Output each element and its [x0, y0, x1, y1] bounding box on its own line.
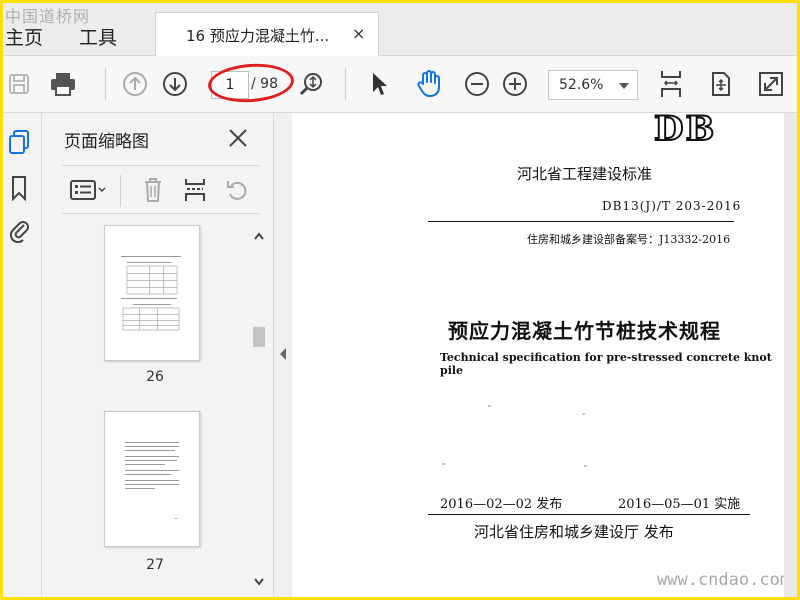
delete-page-icon[interactable]: [138, 173, 168, 207]
insert-page-icon[interactable]: [180, 173, 210, 207]
watermark-bottom: www.cndao.com: [657, 570, 784, 590]
rotate-view-icon[interactable]: [705, 68, 737, 100]
thumbnails-panel: 页面缩略图 26 27: [42, 113, 272, 597]
tab-home[interactable]: 主页: [5, 23, 43, 50]
zoom-value: 52.6%: [559, 77, 604, 93]
document-view[interactable]: DB 河北省工程建设标准 DB13(J)/T 203-2016 住房和城乡建设部…: [292, 113, 797, 597]
scroll-up-icon[interactable]: [253, 231, 265, 241]
app-window: 中国道桥网 主页 工具 16 预应力混凝土竹... × 1 / 98 52.6%…: [3, 3, 797, 597]
document-title-zh: 预应力混凝土竹节桩技术规程: [448, 319, 721, 343]
select-arrow-icon[interactable]: [363, 68, 395, 100]
toolbar: 1 / 98 52.6%: [3, 56, 797, 113]
scan-speck: [584, 465, 587, 467]
tab-tools[interactable]: 工具: [79, 23, 117, 50]
tab-bar: 中国道桥网 主页 工具 16 预应力混凝土竹... ×: [3, 3, 797, 56]
rotate-page-icon[interactable]: [222, 173, 252, 207]
attachment-icon[interactable]: [6, 217, 32, 243]
rule-line: [428, 221, 734, 222]
thumbnail-scrollbar[interactable]: [250, 225, 268, 597]
toolbar-separator: [345, 68, 346, 100]
standard-logo: DB: [653, 113, 717, 150]
close-panel-button[interactable]: [225, 125, 251, 151]
panel-title: 页面缩略图: [64, 132, 149, 152]
implementation-date: 2016—05—01 实施: [618, 497, 741, 512]
thumbnails-icon[interactable]: [6, 129, 32, 155]
record-number: 住房和城乡建设部备案号：J13332-2016: [527, 233, 731, 246]
thumbnail-page-label: 26: [146, 369, 164, 385]
toolbar-separator: [105, 68, 106, 100]
standard-code: DB13(J)/T 203-2016: [602, 199, 742, 213]
chevron-down-icon: [619, 83, 629, 89]
prev-page-icon[interactable]: [119, 68, 151, 100]
page-thumbnail[interactable]: [104, 225, 200, 361]
document-tab-title: 16 预应力混凝土竹...: [186, 27, 330, 45]
highlight-oval-annotation: [206, 61, 296, 105]
scrollbar-thumb[interactable]: [253, 327, 265, 347]
bookmark-icon[interactable]: [6, 175, 32, 201]
scan-speck: [582, 413, 585, 415]
rule-line: [428, 514, 750, 515]
thumbnail-page-label: 27: [146, 557, 164, 573]
divider: [62, 213, 260, 214]
scroll-down-icon[interactable]: [253, 577, 265, 587]
zoom-out-icon[interactable]: [461, 68, 493, 100]
issue-date: 2016—02—02 发布: [440, 497, 563, 512]
collapse-panel-handle[interactable]: [273, 113, 293, 597]
document-tab[interactable]: 16 预应力混凝土竹... ×: [155, 12, 379, 56]
chevron-left-icon: [280, 348, 286, 360]
document-page: DB 河北省工程建设标准 DB13(J)/T 203-2016 住房和城乡建设部…: [292, 113, 784, 597]
page-thumbnail[interactable]: [104, 411, 200, 547]
close-tab-button[interactable]: ×: [352, 24, 365, 43]
zoom-select[interactable]: 52.6%: [548, 70, 638, 100]
next-page-icon[interactable]: [159, 68, 191, 100]
toolbar-separator: [120, 175, 121, 207]
navigation-rail: [3, 113, 42, 597]
thumbnail-options-button[interactable]: [66, 173, 112, 207]
thumbnail-list: 26 27: [62, 225, 248, 597]
document-title-en: Technical specification for pre-stressed…: [440, 351, 772, 377]
publisher: 河北省住房和城乡建设厅 发布: [474, 523, 674, 541]
save-icon[interactable]: [3, 68, 35, 100]
hand-tool-icon[interactable]: [413, 68, 445, 100]
standard-organization: 河北省工程建设标准: [517, 165, 653, 183]
scan-speck: [488, 405, 491, 407]
zoom-page-icon[interactable]: [295, 68, 327, 100]
scan-speck: [442, 463, 445, 465]
divider: [62, 165, 260, 166]
full-screen-icon[interactable]: [755, 68, 787, 100]
print-icon[interactable]: [47, 68, 79, 100]
fit-page-icon[interactable]: [655, 68, 687, 100]
zoom-in-icon[interactable]: [499, 68, 531, 100]
